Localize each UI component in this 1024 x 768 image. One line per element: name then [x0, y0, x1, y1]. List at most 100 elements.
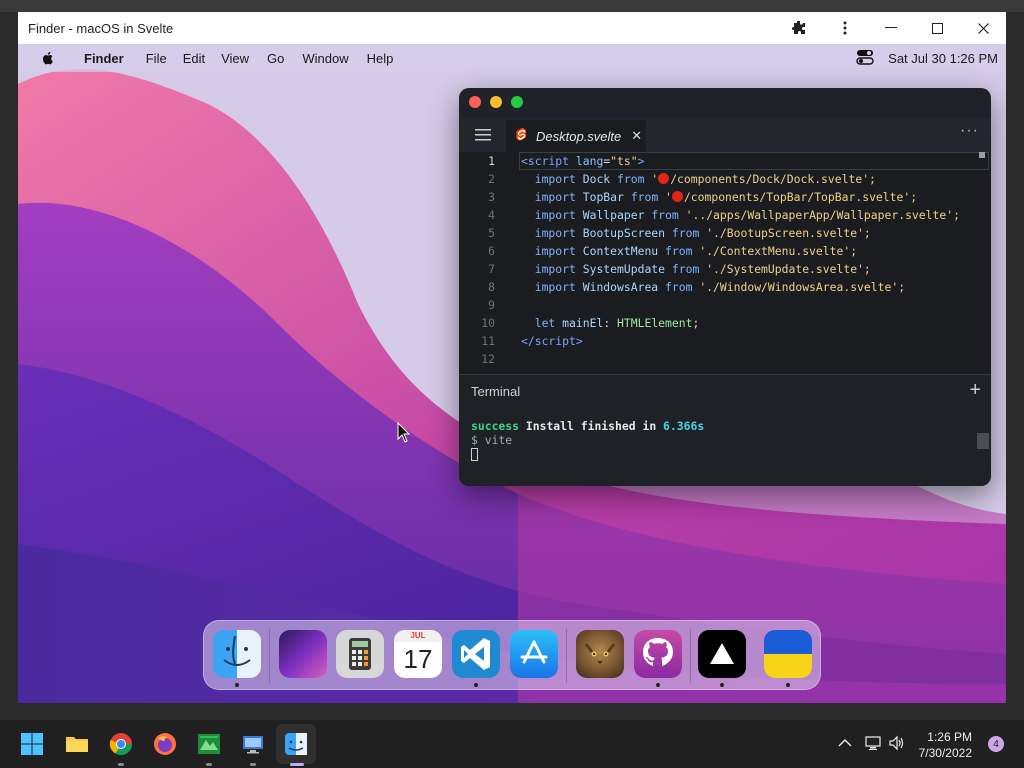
- menu-app-name[interactable]: Finder: [84, 51, 124, 66]
- code-text: import Dock from '/components/Dock/Dock.…: [534, 172, 876, 186]
- code-text: import ContextMenu from './ContextMenu.s…: [534, 244, 858, 258]
- editor-tab-bar: Desktop.svelte ✕ ···: [459, 118, 991, 152]
- dock-wallpapers-icon[interactable]: [279, 630, 327, 678]
- mouse-cursor-icon: [397, 421, 411, 449]
- menu-file[interactable]: File: [146, 51, 167, 66]
- dock-separator: [690, 629, 691, 683]
- tomato-icon: [658, 173, 670, 184]
- dock-app-store-icon[interactable]: [510, 630, 558, 678]
- code-text: import TopBar from '/components/TopBar/T…: [534, 190, 918, 204]
- running-indicator: [720, 683, 724, 687]
- windows-taskbar: 1:26 PM 7/30/2022: [0, 720, 1024, 768]
- finder-taskbar-icon[interactable]: [284, 732, 308, 756]
- code-text: import WindowsArea from './Window/Window…: [534, 280, 906, 294]
- tab-label: Desktop.svelte: [536, 128, 622, 144]
- traffic-lights: [469, 96, 523, 108]
- control-center-icon[interactable]: [856, 49, 874, 68]
- line-number: 9: [488, 298, 495, 312]
- dock-finder-icon[interactable]: [213, 630, 261, 678]
- code-text: import Wallpaper from '../apps/Wallpaper…: [534, 208, 960, 222]
- dock-calculator-icon[interactable]: [336, 630, 384, 678]
- clock-date: 7/30/2022: [918, 746, 972, 760]
- dock-ukraine-flag-icon[interactable]: [764, 630, 812, 678]
- network-icon[interactable]: [864, 734, 882, 752]
- firefox-icon[interactable]: [153, 732, 177, 756]
- apple-logo-icon[interactable]: [40, 50, 56, 66]
- running-indicator: [235, 683, 239, 687]
- windows-start-icon[interactable]: [20, 732, 44, 756]
- line-number: 2: [488, 172, 495, 186]
- dock-cat-photo-icon[interactable]: [576, 630, 624, 678]
- terminal-panel[interactable]: Terminal + success Install finished in 6…: [459, 374, 991, 486]
- menu-help[interactable]: Help: [367, 51, 394, 66]
- green-app-icon[interactable]: [197, 732, 221, 756]
- svelte-icon: [516, 127, 528, 145]
- calendar-day: 17: [403, 644, 433, 674]
- volume-icon[interactable]: [888, 734, 906, 752]
- add-terminal-icon[interactable]: +: [969, 379, 981, 402]
- terminal-output: success Install finished in 6.366s $ vit…: [471, 419, 704, 461]
- terminal-cursor: [471, 448, 478, 461]
- terminal-title: Terminal: [471, 384, 521, 399]
- dock-vscode-icon[interactable]: [452, 630, 500, 678]
- minimize-window-button[interactable]: [868, 12, 914, 44]
- hamburger-menu-icon[interactable]: [475, 128, 491, 141]
- calendar-month: JUL: [394, 630, 442, 642]
- dock-vercel-icon[interactable]: [698, 630, 746, 678]
- line-number: 3: [488, 190, 495, 204]
- line-number: 10: [481, 316, 495, 330]
- desktop[interactable]: Finder File Edit View Go Window Help Sat…: [18, 44, 1006, 703]
- running-indicator: [786, 683, 790, 687]
- menu-window[interactable]: Window: [302, 51, 348, 66]
- code-line: 7 import SystemUpdate from './SystemUpda…: [459, 260, 991, 278]
- app-window-title: Finder - macOS in Svelte: [28, 20, 174, 36]
- system-clock[interactable]: 1:26 PM 7/30/2022: [919, 729, 972, 761]
- code-line: 2 import Dock from '/components/Dock/Doc…: [459, 170, 991, 188]
- line-number: 5: [488, 226, 495, 240]
- file-explorer-icon[interactable]: [65, 732, 89, 756]
- line-number: 1: [488, 154, 495, 168]
- maximize-window-button[interactable]: [914, 12, 960, 44]
- chrome-icon[interactable]: [109, 732, 133, 756]
- line-number: 4: [488, 208, 495, 222]
- code-line: 3 import TopBar from '/components/TopBar…: [459, 188, 991, 206]
- dock-separator: [269, 629, 270, 683]
- remote-desktop-icon[interactable]: [241, 732, 265, 756]
- extensions-icon[interactable]: [776, 12, 822, 44]
- code-editor-window[interactable]: Desktop.svelte ✕ ··· 1 <script lang="ts"…: [459, 88, 991, 486]
- running-indicator: [250, 763, 256, 766]
- line-number: 12: [481, 352, 495, 366]
- menubar-datetime[interactable]: Sat Jul 30 1:26 PM: [888, 51, 998, 66]
- close-button[interactable]: [469, 96, 481, 108]
- chevron-up-icon[interactable]: [836, 734, 854, 752]
- code-line: 4 import Wallpaper from '../apps/Wallpap…: [459, 206, 991, 224]
- code-line: 12: [459, 350, 991, 368]
- menu-view[interactable]: View: [221, 51, 249, 66]
- code-text: </script>: [521, 334, 583, 348]
- editor-scroll-marker[interactable]: [979, 152, 985, 158]
- maximize-button[interactable]: [511, 96, 523, 108]
- menu-edit[interactable]: Edit: [183, 51, 205, 66]
- screen: Finder - macOS in Svelte Finder File Edi…: [0, 0, 1024, 768]
- running-indicator: [474, 683, 478, 687]
- close-window-button[interactable]: [960, 12, 1006, 44]
- line-number: 7: [488, 262, 495, 276]
- more-actions-icon[interactable]: ···: [960, 122, 979, 140]
- dock-github-icon[interactable]: [634, 630, 682, 678]
- more-options-icon[interactable]: [822, 12, 868, 44]
- menubar-right: Sat Jul 30 1:26 PM: [856, 49, 998, 68]
- menu-go[interactable]: Go: [267, 51, 284, 66]
- code-editor[interactable]: 1 <script lang="ts"> 2 import Dock from …: [459, 152, 991, 374]
- app-titlebar: Finder - macOS in Svelte: [18, 12, 1006, 44]
- running-indicator: [656, 683, 660, 687]
- dock: JUL 17: [203, 620, 821, 690]
- notification-badge[interactable]: 4: [988, 736, 1004, 752]
- dock-calendar-icon[interactable]: JUL 17: [394, 630, 442, 678]
- minimize-button[interactable]: [490, 96, 502, 108]
- code-text: <script lang="ts">: [521, 154, 645, 168]
- terminal-scrollbar[interactable]: [977, 433, 989, 449]
- tab-close-icon[interactable]: ✕: [631, 128, 642, 144]
- code-line: 6 import ContextMenu from './ContextMenu…: [459, 242, 991, 260]
- running-indicator: [118, 763, 124, 766]
- tab-desktop-svelte[interactable]: Desktop.svelte ✕: [506, 120, 646, 152]
